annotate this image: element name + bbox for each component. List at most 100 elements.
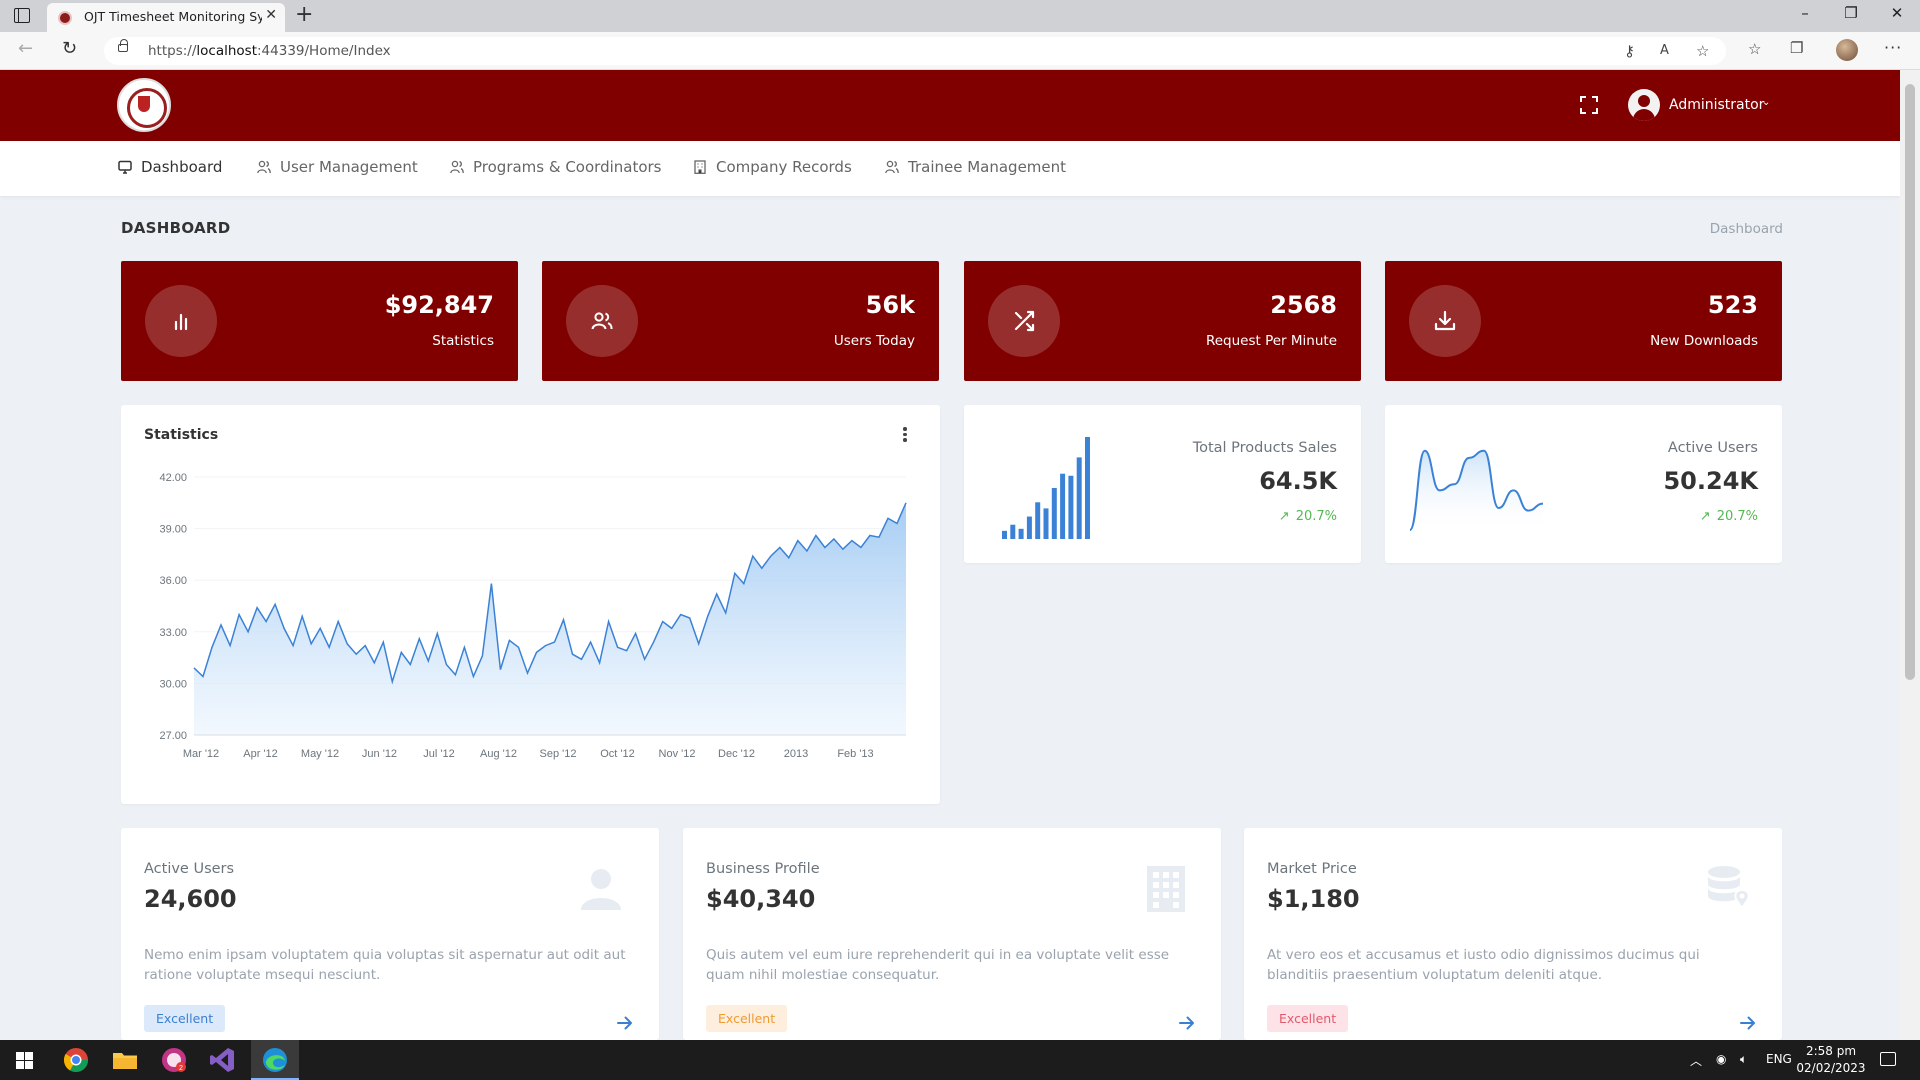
stat-label: Users Today [833, 333, 915, 349]
mini-card-value: 50.24K [1663, 467, 1758, 495]
mini-bar [1035, 502, 1041, 539]
y-tick-label: 39.00 [159, 524, 187, 536]
minimize-button[interactable]: – [1790, 4, 1820, 22]
show-hidden-icons[interactable]: ︿ [1690, 1052, 1702, 1069]
trending-up-icon: ↗ [1278, 509, 1290, 524]
users-icon [591, 312, 613, 330]
stat-card-downloads: 523 New Downloads [1385, 261, 1782, 381]
info-card-description: Quis autem vel eum iure reprehenderit qu… [706, 947, 1170, 983]
fullscreen-icon[interactable] [1580, 96, 1598, 114]
read-aloud-icon[interactable]: A [1660, 43, 1669, 58]
edge-icon [263, 1048, 287, 1072]
url-text[interactable]: https://localhost:44339/Home/Index [148, 43, 391, 59]
info-card-active-users: Active Users 24,600 Nemo enim ipsam volu… [121, 828, 659, 1040]
language-indicator[interactable]: ENG [1766, 1052, 1792, 1066]
y-tick-label: 42.00 [159, 472, 187, 484]
nav-dashboard[interactable]: Dashboard [118, 158, 222, 176]
info-card-market-price: Market Price $1,180 At vero eos et accus… [1244, 828, 1782, 1040]
lock-icon[interactable] [118, 39, 128, 52]
collections-icon[interactable]: ❐ [1790, 39, 1803, 57]
reload-icon[interactable]: ↻ [62, 38, 77, 59]
taskbar-clock[interactable]: 2:58 pm 02/02/2023 [1796, 1043, 1866, 1077]
more-options-icon[interactable]: ··· [1884, 38, 1902, 57]
stat-label: Statistics [432, 333, 494, 349]
visual-studio-icon[interactable] [208, 1046, 236, 1074]
trend-value: 20.7% [1716, 509, 1758, 524]
mini-bar [1026, 516, 1032, 539]
arrow-right-icon[interactable] [1179, 1016, 1195, 1030]
page-title: DASHBOARD [121, 219, 231, 237]
user-icon [581, 869, 621, 910]
breadcrumb[interactable]: Dashboard [1660, 221, 1783, 237]
stat-icon-circle [1409, 285, 1481, 357]
profile-avatar[interactable] [1836, 39, 1858, 61]
chevron-down-icon[interactable]: ⌄ [1762, 97, 1770, 108]
nav-programs-coordinators[interactable]: Programs & Coordinators [450, 158, 662, 176]
windows-taskbar: 2 ︿ ◉ 🔈︎ ENG 2:58 pm 02/02/2023 [0, 1040, 1920, 1080]
favorites-icon[interactable]: ☆ [1748, 40, 1761, 58]
info-card-description: At vero eos et accusamus et iusto odio d… [1267, 947, 1700, 983]
new-tab-button[interactable]: + [295, 2, 313, 27]
y-tick-label: 36.00 [159, 575, 187, 587]
monitor-icon [118, 160, 132, 174]
add-favorite-icon[interactable]: ☆ [1696, 42, 1709, 60]
nav-programs-coordinators-label: Programs & Coordinators [473, 158, 662, 176]
restore-button[interactable]: ❐ [1836, 4, 1866, 22]
trending-up-icon: ↗ [1699, 509, 1711, 524]
browser-tab[interactable]: OJT Timesheet Monitoring System ✕ [47, 3, 285, 32]
statistics-card: Statistics 27.00 30.00 33.00 36.00 39.00 42.0… [121, 405, 940, 804]
download-icon [1434, 310, 1456, 331]
y-tick-label: 33.00 [159, 627, 187, 639]
volume-icon[interactable]: 🔈︎ [1740, 1052, 1747, 1067]
tab-actions-icon[interactable] [14, 8, 30, 23]
network-icon[interactable]: ◉ [1716, 1052, 1726, 1066]
nav-trainee-management-label: Trainee Management [908, 158, 1067, 176]
mini-bar [1002, 530, 1007, 539]
mini-bar [1085, 437, 1090, 539]
browser-toolbar: ← ↻ https://localhost:44339/Home/Index ⚷… [0, 32, 1920, 70]
windows-start-icon[interactable] [16, 1052, 33, 1069]
school-logo[interactable] [117, 78, 171, 132]
mini-bar [1018, 528, 1024, 539]
arrow-right-icon[interactable] [1740, 1016, 1756, 1030]
bar-chart-icon [174, 313, 188, 331]
file-explorer-icon[interactable] [111, 1046, 139, 1074]
page-scrollbar[interactable] [1900, 70, 1920, 1040]
nav-dashboard-label: Dashboard [141, 158, 223, 176]
info-card-label: Active Users [144, 861, 235, 877]
info-card-value: $1,180 [1267, 885, 1360, 913]
nav-company-records[interactable]: Company Records [693, 158, 852, 176]
user-avatar[interactable] [1628, 89, 1660, 121]
user-name[interactable]: Administrator [1669, 97, 1764, 113]
active-users-card: Active Users 50.24K ↗ 20.7% [1385, 405, 1782, 563]
close-window-button[interactable]: ✕ [1882, 4, 1912, 22]
users-icon [450, 160, 464, 174]
users-icon [885, 160, 899, 174]
messenger-icon[interactable]: 2 [160, 1046, 188, 1074]
key-icon[interactable]: ⚷ [1624, 42, 1635, 60]
info-card-label: Market Price [1267, 861, 1357, 877]
nav-user-management-label: User Management [280, 158, 418, 176]
arrow-right-icon[interactable] [617, 1016, 633, 1030]
taskbar-active-edge[interactable] [251, 1040, 299, 1080]
stat-card-statistics: $92,847 Statistics [121, 261, 518, 381]
notifications-icon[interactable] [1880, 1052, 1896, 1066]
x-tick-label: Jul '12 [423, 748, 454, 760]
mini-bar [1068, 475, 1074, 539]
trend-value: 20.7% [1295, 509, 1337, 524]
nav-user-management[interactable]: User Management [257, 158, 418, 176]
statistics-area-chart: 27.00 30.00 33.00 36.00 39.00 42.00 Mar '12 Apr… [159, 472, 907, 760]
x-tick-label: Dec '12 [718, 748, 755, 760]
back-arrow-icon[interactable]: ← [18, 38, 33, 59]
nav-trainee-management[interactable]: Trainee Management [885, 158, 1066, 176]
users-icon [257, 160, 271, 174]
stat-card-requests: 2568 Request Per Minute [964, 261, 1361, 381]
address-bar[interactable]: https://localhost:44339/Home/Index ⚷ A ☆ [104, 37, 1726, 65]
x-tick-label: May '12 [301, 748, 339, 760]
total-sales-card: Total Products Sales 64.5K ↗ 20.7% [964, 405, 1361, 563]
scrollbar-thumb[interactable] [1905, 84, 1915, 680]
mini-bar [1060, 473, 1066, 539]
stat-value: 56k [865, 291, 915, 319]
close-tab-icon[interactable]: ✕ [265, 7, 277, 23]
chrome-icon[interactable] [62, 1046, 90, 1074]
